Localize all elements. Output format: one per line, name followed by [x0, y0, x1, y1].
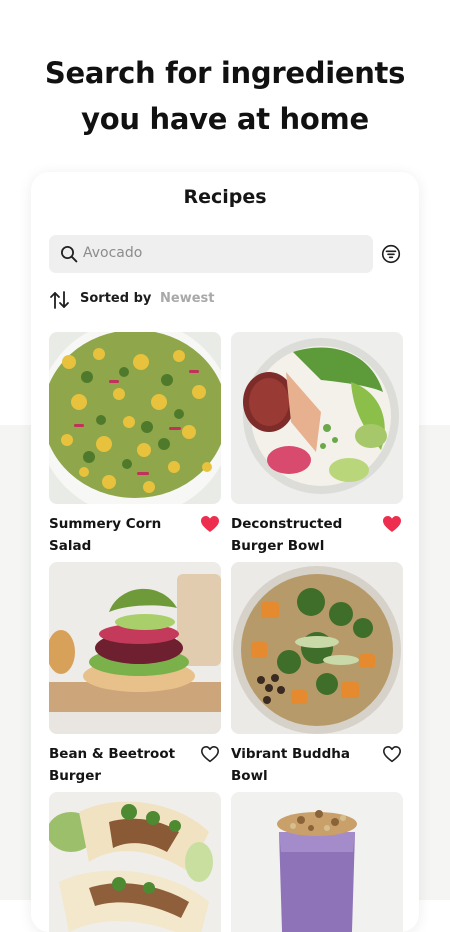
recipe-title-line: Deconstructed [231, 516, 343, 532]
recipe-title-line: Burger [49, 768, 102, 784]
screen-title: Recipes [183, 186, 267, 208]
recipe-title-line: Burger Bowl [231, 538, 325, 554]
recipe-title-line: Bowl [231, 768, 268, 784]
heart-outline-icon[interactable] [382, 745, 402, 763]
sort-arrows-icon [50, 291, 69, 309]
recipe-title-line: Vibrant Buddha [231, 746, 350, 762]
recipe-image-burger-bowl [231, 332, 403, 504]
search-input[interactable]: Avocado [49, 235, 373, 273]
recipe-image-tacos [49, 792, 221, 932]
search-icon [61, 246, 78, 263]
recipe-title: Deconstructed Burger Bowl [231, 513, 371, 557]
sort-label: Sorted by [80, 291, 152, 306]
recipe-title: Vibrant Buddha Bowl [231, 743, 371, 787]
recipe-image-smoothie [231, 792, 403, 932]
heart-outline-icon[interactable] [200, 745, 220, 763]
recipes-card: Recipes Avocado Sorted by Newest Summery… [31, 172, 419, 932]
promo-headline: Search for ingredients you have at home [0, 50, 450, 142]
headline-line-1: Search for ingredients [44, 56, 406, 90]
headline-line-2: you have at home [81, 102, 369, 136]
recipe-title-line: Bean & Beetroot [49, 746, 176, 762]
recipe-image-beetroot-burger [49, 562, 221, 734]
search-input-value: Avocado [83, 245, 143, 261]
recipe-title: Bean & Beetroot Burger [49, 743, 189, 787]
recipe-title-line: Salad [49, 538, 92, 554]
heart-filled-icon[interactable] [200, 515, 220, 533]
recipe-title-line: Summery Corn [49, 516, 162, 532]
recipe-image-corn-salad [49, 332, 221, 504]
recipe-title: Summery Corn Salad [49, 513, 189, 557]
recipe-image-buddha-bowl [231, 562, 403, 734]
filter-icon[interactable] [381, 244, 401, 264]
heart-filled-icon[interactable] [382, 515, 402, 533]
sort-value: Newest [160, 291, 215, 306]
